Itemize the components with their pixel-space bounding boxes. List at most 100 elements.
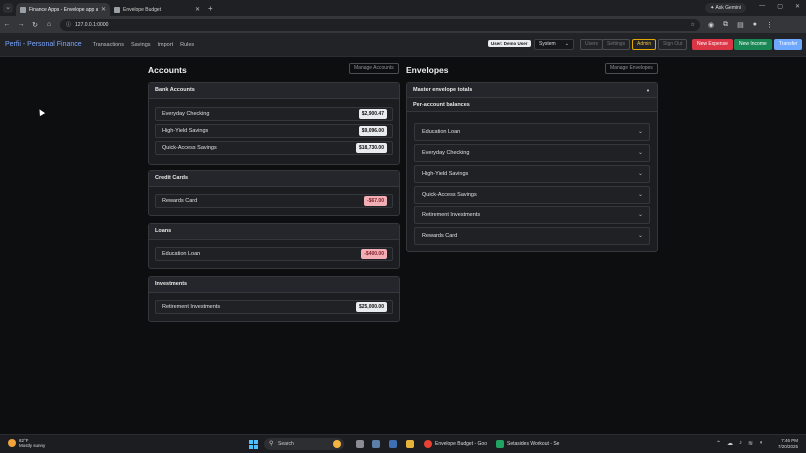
chevron-down-icon: ⌄ — [637, 233, 643, 239]
bookmark-star-icon[interactable]: ☆ — [691, 22, 695, 28]
weather-desc: Mostly sunny — [19, 443, 46, 448]
home-icon[interactable]: ⌂ — [42, 21, 56, 28]
sun-icon — [8, 439, 16, 447]
tab-title: Finance Apps - Envelope app a — [29, 6, 98, 13]
ask-gemini-button[interactable]: ✦ Ask Gemini — [705, 3, 746, 13]
chevron-down-icon: ⌄ — [637, 129, 643, 135]
close-tab-icon[interactable]: ✕ — [101, 6, 106, 13]
theme-select[interactable]: System ⌄ — [534, 39, 574, 50]
account-row[interactable]: Rewards Card -$67.00 — [155, 194, 393, 208]
profile-avatar-icon[interactable]: ● — [753, 21, 757, 29]
account-row[interactable]: Everyday Checking $2,900.47 — [155, 107, 393, 121]
favicon-icon — [114, 6, 120, 13]
clock-date: 7/20/2025 — [777, 444, 798, 449]
url-text: 127.0.0.1:0000 — [75, 21, 109, 28]
envelope-account-name: Education Loan — [422, 129, 461, 135]
envelope-account-row[interactable]: Rewards Card ⌄ — [414, 227, 650, 245]
browser-menu-icon[interactable]: ⋮ — [766, 21, 773, 29]
taskbar-app-chrome[interactable]: Envelope Budget - Goo — [424, 438, 487, 450]
mouse-cursor-icon — [36, 107, 46, 117]
cloud-icon[interactable]: ☁ — [727, 440, 733, 447]
weather-widget[interactable]: 82°F Mostly sunny — [8, 438, 45, 448]
envelope-account-row[interactable]: Everyday Checking ⌄ — [414, 144, 650, 162]
taskbar-clock[interactable]: 7:46 PM 7/20/2025 — [778, 438, 798, 450]
account-row[interactable]: High-Yield Savings $9,096.00 — [155, 124, 393, 138]
sign-out-button[interactable]: Sign Out — [658, 39, 688, 50]
extensions-puzzle-icon[interactable]: ⧉ — [723, 21, 728, 29]
minimize-icon[interactable]: — — [759, 3, 765, 10]
account-row[interactable]: Quick-Access Savings $18,730.00 — [155, 141, 393, 155]
nav-transactions[interactable]: Transactions — [93, 42, 124, 48]
account-balance: -$400.00 — [361, 249, 387, 259]
brand-link[interactable]: Perfii - Personal Finance — [5, 41, 82, 48]
bank-accounts-card: Bank Accounts Everyday Checking $2,900.4… — [148, 82, 400, 165]
search-placeholder: Search — [278, 441, 294, 447]
site-info-icon[interactable]: ⓘ — [66, 21, 71, 28]
wifi-icon[interactable]: ≋ — [748, 440, 753, 447]
taskbar-app-sheets[interactable]: Setasides Workout - Se — [496, 438, 559, 450]
window-controls: — ▢ ✕ — [759, 3, 800, 10]
nav-rules[interactable]: Rules — [180, 42, 194, 48]
new-tab-icon[interactable]: + — [208, 4, 213, 13]
extension-icon[interactable]: ◉ — [708, 21, 714, 29]
extensions-area: ◉ ⧉ ▤ ● ⋮ — [708, 21, 773, 29]
nav-import[interactable]: Import — [158, 42, 174, 48]
search-highlight-icon — [333, 440, 341, 448]
account-balance: $25,000.00 — [355, 302, 387, 312]
account-name: Education Loan — [162, 251, 201, 257]
chrome-icon — [424, 440, 432, 448]
chevron-down-icon: ⌄ — [637, 150, 643, 156]
new-income-button[interactable]: New Income — [734, 39, 772, 50]
close-window-icon[interactable]: ✕ — [795, 3, 800, 10]
tab-search-icon[interactable]: ⌄ — [3, 3, 13, 13]
manage-envelopes-button[interactable]: Manage Envelopes — [605, 63, 658, 74]
account-row[interactable]: Retirement Investments $25,000.00 — [155, 300, 393, 314]
close-tab-icon[interactable]: ✕ — [195, 6, 200, 13]
file-explorer-icon[interactable] — [406, 440, 414, 448]
taskbar-search[interactable]: ⚲ Search — [264, 438, 344, 450]
tab-title: Envelope Budget — [123, 6, 162, 13]
account-balance: -$67.00 — [364, 196, 387, 206]
nav-savings[interactable]: Savings — [131, 42, 151, 48]
account-balance: $18,730.00 — [355, 143, 387, 153]
system-tray: ⌃ ☁ ♪ ≋ ◖ — [716, 440, 763, 447]
group-title: Investments — [149, 277, 399, 293]
browser-tab-bar: ⌄ Finance Apps - Envelope app a ✕ Envelo… — [0, 0, 806, 16]
master-envelope-totals-toggle[interactable]: Master envelope totals ▼ — [407, 83, 657, 98]
maximize-icon[interactable]: ▢ — [777, 3, 783, 10]
back-icon[interactable]: ← — [0, 21, 14, 28]
os-taskbar: 82°F Mostly sunny ⚲ Search Envelope Budg… — [0, 434, 806, 453]
new-expense-button[interactable]: New Expense — [692, 39, 733, 50]
chevron-down-icon: ⌄ — [637, 171, 643, 177]
envelope-account-row[interactable]: Retirement Investments ⌄ — [414, 206, 650, 224]
account-name: Rewards Card — [162, 198, 198, 204]
group-title: Bank Accounts — [149, 83, 399, 99]
chevron-down-icon: ⌄ — [637, 212, 643, 218]
tray-expand-icon[interactable]: ⌃ — [716, 440, 721, 447]
envelope-account-row[interactable]: High-Yield Savings ⌄ — [414, 165, 650, 183]
admin-button[interactable]: Admin — [632, 39, 657, 50]
task-view-icon[interactable] — [356, 440, 364, 448]
manage-accounts-button[interactable]: Manage Accounts — [349, 63, 399, 74]
users-button[interactable]: Users — [580, 39, 604, 50]
envelope-account-row[interactable]: Quick-Access Savings ⌄ — [414, 186, 650, 204]
volume-icon[interactable]: ◖ — [759, 440, 763, 447]
browser-tab[interactable]: Envelope Budget ✕ — [110, 3, 204, 16]
settings-button[interactable]: Settings — [602, 39, 631, 50]
forward-icon[interactable]: → — [14, 21, 28, 28]
envelope-account-row[interactable]: Education Loan ⌄ — [414, 123, 650, 141]
chat-icon[interactable] — [389, 440, 397, 448]
master-envelope-label: Master envelope totals — [413, 87, 473, 93]
envelopes-title: Envelopes — [406, 65, 449, 75]
widgets-icon[interactable] — [372, 440, 380, 448]
account-balance: $9,096.00 — [358, 126, 387, 136]
microphone-icon[interactable]: ♪ — [739, 440, 742, 447]
transfer-button[interactable]: Transfer — [774, 39, 803, 50]
browser-tab-active[interactable]: Finance Apps - Envelope app a ✕ — [16, 3, 110, 16]
sidebar-icon[interactable]: ▤ — [737, 21, 744, 29]
per-account-heading: Per-account balances — [407, 98, 657, 112]
windows-start-icon[interactable] — [249, 440, 258, 449]
reload-icon[interactable]: ↻ — [28, 21, 42, 29]
account-row[interactable]: Education Loan -$400.00 — [155, 247, 393, 261]
url-bar[interactable]: ⓘ 127.0.0.1:0000 ☆ — [60, 18, 700, 31]
